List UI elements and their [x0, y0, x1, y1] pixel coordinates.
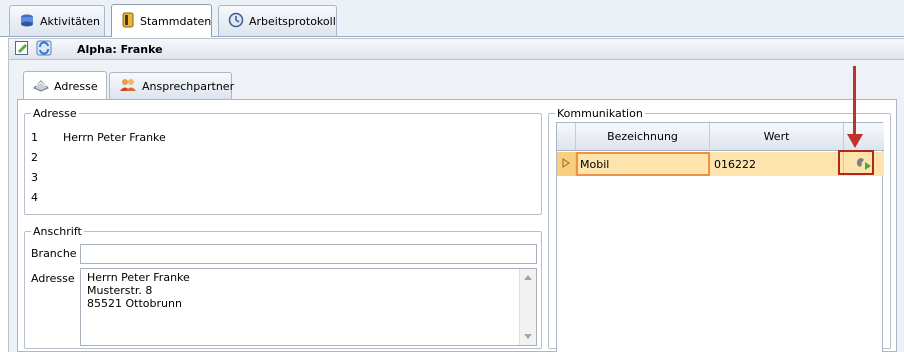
- address-icon: [33, 78, 49, 95]
- adresse-line-1: 1 Herrn Peter Franke: [31, 131, 166, 144]
- adresse-textarea[interactable]: Herrn Peter Franke Musterstr. 8 85521 Ot…: [80, 268, 537, 346]
- cell-wert[interactable]: 016222: [710, 152, 844, 176]
- address-panel: Adresse 1 Herrn Peter Franke 2 3 4 Anschr…: [17, 99, 897, 352]
- branche-label: Branche: [31, 247, 77, 260]
- contact-person-icon: [119, 77, 137, 96]
- scroll-up-icon[interactable]: [524, 275, 532, 280]
- anschrift-legend: Anschrift: [33, 225, 82, 238]
- line-number: 1: [31, 131, 38, 144]
- row-indicator: [557, 152, 576, 176]
- master-data-icon: [121, 12, 135, 31]
- refresh-button[interactable]: [34, 40, 53, 58]
- tab-arbeitsprotokoll[interactable]: Arbeitsprotokoll: [218, 5, 337, 36]
- tab-label: Arbeitsprotokoll: [249, 14, 336, 28]
- main-tab-bar: Aktivitäten Stammdaten Arbeitsprotokoll: [0, 0, 904, 37]
- annotation-arrowhead: [847, 134, 863, 148]
- row-pointer-icon: [562, 157, 570, 171]
- adresse-line-4: 4: [31, 191, 63, 204]
- edit-button[interactable]: [12, 40, 31, 58]
- kommunikation-group: Kommunikation Bezeichnung Wert Mobil 016…: [548, 107, 891, 352]
- tab-aktivitaeten[interactable]: Aktivitäten: [9, 5, 105, 36]
- scroll-down-icon[interactable]: [524, 334, 532, 339]
- line-number: 2: [31, 151, 38, 164]
- tab-label: Aktivitäten: [40, 14, 100, 28]
- subtab-label: Ansprechpartner: [142, 79, 235, 93]
- adresse-legend: Adresse: [33, 107, 77, 120]
- tab-stammdaten[interactable]: Stammdaten: [111, 4, 212, 37]
- edit-icon: [14, 40, 30, 59]
- adresse-label: Adresse: [31, 272, 75, 285]
- record-toolbar: Alpha: Franke: [8, 38, 904, 60]
- cell-bezeichnung[interactable]: Mobil: [576, 152, 710, 176]
- kommunikation-grid: Bezeichnung Wert Mobil 016222: [556, 122, 884, 352]
- activities-icon: [19, 12, 35, 31]
- line-text: Herrn Peter Franke: [63, 131, 166, 144]
- anschrift-group: Anschrift Branche Adresse Herrn Peter Fr…: [24, 225, 542, 349]
- address-line: Herrn Peter Franke: [87, 271, 190, 284]
- annotation-highlight-box: [838, 150, 874, 175]
- content-area: Adresse Ansprechpartner Adresse 1 Herrn P…: [8, 60, 904, 352]
- work-log-icon: [228, 12, 244, 31]
- column-header-wert[interactable]: Wert: [710, 123, 844, 151]
- table-row[interactable]: Mobil 016222: [557, 152, 884, 176]
- tab-label: Stammdaten: [140, 14, 212, 28]
- refresh-icon: [36, 40, 52, 59]
- adresse-line-3: 3: [31, 171, 63, 184]
- kommunikation-legend: Kommunikation: [557, 107, 643, 120]
- address-line: 85521 Ottobrunn: [87, 297, 182, 310]
- line-number: 3: [31, 171, 38, 184]
- line-number: 4: [31, 191, 38, 204]
- tab-ansprechpartner[interactable]: Ansprechpartner: [109, 72, 235, 99]
- grid-row-indicator-header: [557, 123, 576, 151]
- annotation-arrow: [853, 66, 856, 137]
- textarea-scrollbar[interactable]: [519, 269, 536, 345]
- adresse-line-2: 2: [31, 151, 63, 164]
- adresse-group: Adresse 1 Herrn Peter Franke 2 3 4: [24, 107, 542, 215]
- record-title: Alpha: Franke: [77, 42, 163, 56]
- tab-adresse[interactable]: Adresse: [23, 71, 107, 100]
- address-line: Musterstr. 8: [87, 284, 153, 297]
- subtab-label: Adresse: [54, 79, 98, 93]
- branche-field[interactable]: [80, 244, 537, 264]
- column-header-bezeichnung[interactable]: Bezeichnung: [576, 123, 710, 151]
